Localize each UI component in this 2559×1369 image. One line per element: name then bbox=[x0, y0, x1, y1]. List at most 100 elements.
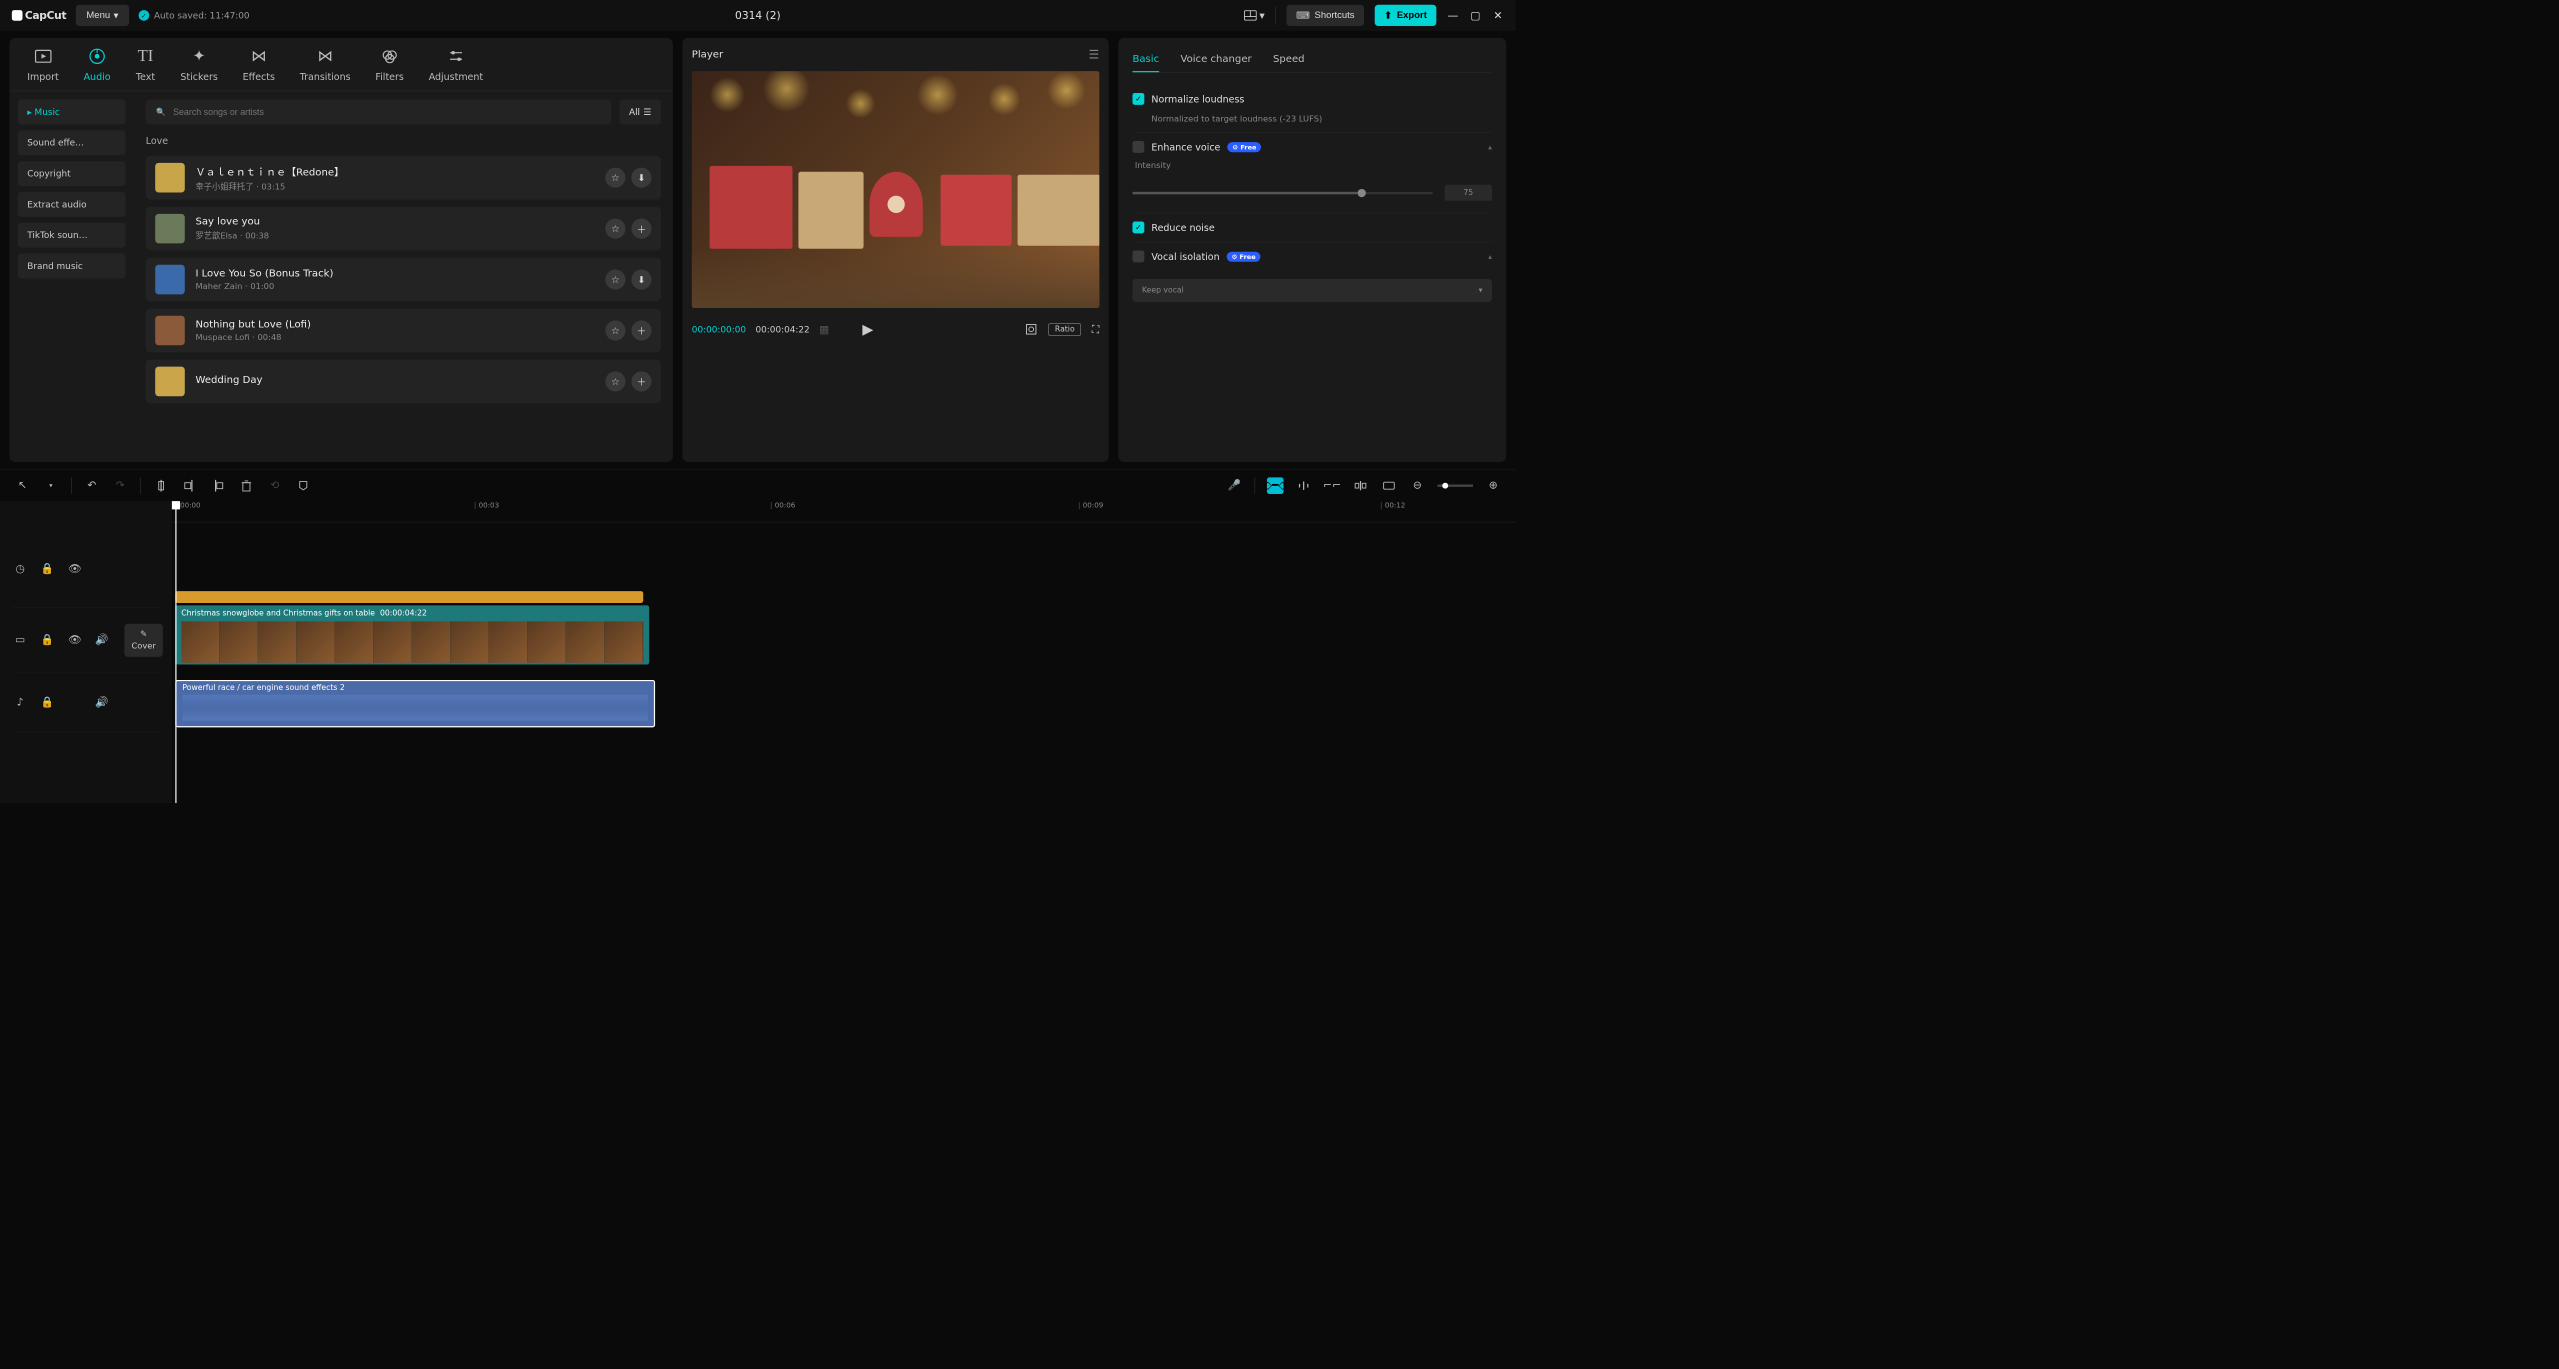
zoom-slider[interactable] bbox=[1438, 484, 1474, 486]
tab-text[interactable]: TIText bbox=[135, 46, 155, 82]
video-track-icon[interactable]: ▭ bbox=[12, 632, 29, 649]
adjustment-clip[interactable] bbox=[175, 591, 643, 603]
lock-icon[interactable]: 🔒 bbox=[39, 694, 56, 711]
cursor-tool[interactable]: ↖ bbox=[14, 477, 31, 494]
cover-button[interactable]: ✎ Cover bbox=[124, 623, 162, 656]
mic-icon[interactable]: 🎤 bbox=[1226, 477, 1243, 494]
adjustment-icon bbox=[446, 46, 466, 66]
chevron-icon[interactable]: ▴ bbox=[1488, 142, 1492, 151]
undo-button[interactable]: ↶ bbox=[84, 477, 101, 494]
song-action-button[interactable]: ＋ bbox=[631, 371, 651, 391]
song-item[interactable]: Wedding Day ☆＋ bbox=[146, 360, 661, 404]
tab-stickers[interactable]: ✦Stickers bbox=[180, 46, 217, 82]
grid-view-icon[interactable]: ▦ bbox=[819, 323, 829, 335]
menu-button[interactable]: Menu▾ bbox=[76, 5, 129, 26]
tab-audio[interactable]: Audio bbox=[84, 46, 111, 82]
audio-clip[interactable]: Powerful race / car engine sound effects… bbox=[175, 680, 655, 727]
player-menu-icon[interactable]: ☰ bbox=[1089, 47, 1100, 61]
tab-speed[interactable]: Speed bbox=[1273, 47, 1305, 72]
audio-track-icon[interactable]: ♪ bbox=[12, 694, 29, 711]
split-button[interactable] bbox=[153, 477, 170, 494]
filter-button[interactable]: All☰ bbox=[620, 100, 661, 125]
playhead[interactable] bbox=[175, 501, 176, 803]
chevron-down-icon: ▾ bbox=[114, 9, 119, 21]
reverse-button[interactable]: ⟲ bbox=[267, 477, 284, 494]
song-item[interactable]: I Love You So (Bonus Track)Maher Zain · … bbox=[146, 258, 661, 302]
song-thumbnail bbox=[155, 367, 185, 397]
sidebar-item-brand-music[interactable]: Brand music bbox=[18, 254, 126, 279]
minimize-button[interactable]: — bbox=[1447, 9, 1459, 21]
split-left-button[interactable] bbox=[181, 477, 198, 494]
favorite-button[interactable]: ☆ bbox=[605, 269, 625, 289]
intensity-slider[interactable] bbox=[1132, 192, 1432, 194]
favorite-button[interactable]: ☆ bbox=[605, 219, 625, 239]
sidebar-item-sound-effects[interactable]: Sound effe… bbox=[18, 130, 126, 155]
snapshot-icon[interactable] bbox=[1025, 323, 1038, 336]
chevron-icon[interactable]: ▴ bbox=[1488, 252, 1492, 261]
autosave-status: ✓ Auto saved: 11:47:00 bbox=[139, 10, 250, 21]
chain-icon[interactable]: ⌐⌐ bbox=[1324, 477, 1341, 494]
enhance-checkbox[interactable] bbox=[1132, 141, 1144, 153]
search-box[interactable]: 🔍 bbox=[146, 100, 612, 125]
favorite-button[interactable]: ☆ bbox=[605, 371, 625, 391]
shortcuts-button[interactable]: ⌨Shortcuts bbox=[1287, 5, 1364, 26]
tab-basic[interactable]: Basic bbox=[1132, 47, 1159, 72]
marker-button[interactable] bbox=[295, 477, 312, 494]
favorite-button[interactable]: ☆ bbox=[605, 320, 625, 340]
song-action-button[interactable]: ＋ bbox=[631, 219, 651, 239]
song-action-button[interactable]: ⬇ bbox=[631, 168, 651, 188]
delete-button[interactable] bbox=[238, 477, 255, 494]
sidebar-item-extract-audio[interactable]: Extract audio bbox=[18, 192, 126, 217]
tab-transitions[interactable]: ⋈Transitions bbox=[300, 46, 351, 82]
preview-icon[interactable] bbox=[1381, 477, 1398, 494]
magnet-on-icon[interactable]: ◇━◇ bbox=[1267, 477, 1284, 494]
zoom-in-icon[interactable]: ⊕ bbox=[1485, 477, 1502, 494]
song-item[interactable]: Nothing but Love (Lofi)Muspace Lofi · 00… bbox=[146, 309, 661, 353]
link-icon[interactable] bbox=[1295, 477, 1312, 494]
normalize-checkbox[interactable]: ✓ bbox=[1132, 93, 1144, 105]
song-item[interactable]: Ｖａｌｅｎｔｉｎｅ【Redone】幸子小姐拜托了 · 03:15 ☆⬇ bbox=[146, 156, 661, 200]
layout-icon[interactable]: ▾ bbox=[1244, 9, 1265, 21]
reduce-noise-checkbox[interactable]: ✓ bbox=[1132, 222, 1144, 234]
tab-adjustment[interactable]: Adjustment bbox=[429, 46, 483, 82]
mute-icon[interactable]: 🔊 bbox=[94, 694, 111, 711]
export-button[interactable]: ⬆Export bbox=[1375, 5, 1437, 26]
lock-icon[interactable]: 🔒 bbox=[39, 561, 56, 578]
song-item[interactable]: Say love you罗艺歆Elsa · 00:38 ☆＋ bbox=[146, 207, 661, 251]
timeline-tracks[interactable]: 00:00 00:03 00:06 00:09 00:12 Christmas … bbox=[172, 501, 1516, 803]
tab-filters[interactable]: Filters bbox=[375, 46, 403, 82]
timeline-ruler[interactable]: 00:00 00:03 00:06 00:09 00:12 bbox=[172, 501, 1516, 522]
timeline-toolbar: ↖ ▾ ↶ ↷ ⟲ 🎤 ◇━◇ ⌐⌐ ⊖ ⊕ bbox=[0, 469, 1516, 501]
zoom-out-icon[interactable]: ⊖ bbox=[1409, 477, 1426, 494]
effects-icon: ⋈ bbox=[249, 46, 269, 66]
search-input[interactable] bbox=[173, 107, 600, 117]
video-preview[interactable] bbox=[692, 71, 1100, 308]
close-button[interactable]: ✕ bbox=[1492, 9, 1504, 21]
intensity-value[interactable]: 75 bbox=[1445, 185, 1492, 201]
sidebar-item-copyright[interactable]: Copyright bbox=[18, 161, 126, 186]
play-button[interactable]: ▶ bbox=[862, 321, 873, 338]
eye-icon[interactable]: 👁 bbox=[66, 561, 83, 578]
sidebar-item-tiktok-sounds[interactable]: TikTok soun… bbox=[18, 223, 126, 248]
vocal-isolation-checkbox[interactable] bbox=[1132, 251, 1144, 263]
tab-voice-changer[interactable]: Voice changer bbox=[1180, 47, 1251, 72]
clock-icon[interactable]: ◷ bbox=[12, 561, 29, 578]
tab-import[interactable]: Import bbox=[27, 46, 58, 82]
align-icon[interactable] bbox=[1352, 477, 1369, 494]
song-action-button[interactable]: ＋ bbox=[631, 320, 651, 340]
maximize-button[interactable]: ▢ bbox=[1469, 9, 1481, 21]
video-clip[interactable]: Christmas snowglobe and Christmas gifts … bbox=[175, 605, 649, 664]
tab-effects[interactable]: ⋈Effects bbox=[243, 46, 275, 82]
favorite-button[interactable]: ☆ bbox=[605, 168, 625, 188]
lock-icon[interactable]: 🔒 bbox=[39, 632, 56, 649]
fullscreen-icon[interactable]: ⛶ bbox=[1092, 323, 1099, 335]
split-right-button[interactable] bbox=[210, 477, 227, 494]
redo-button[interactable]: ↷ bbox=[112, 477, 129, 494]
cursor-dropdown[interactable]: ▾ bbox=[43, 477, 60, 494]
mute-icon[interactable]: 🔊 bbox=[94, 632, 111, 649]
sidebar-item-music[interactable]: ▸ Music bbox=[18, 100, 126, 125]
song-action-button[interactable]: ⬇ bbox=[631, 269, 651, 289]
vocal-option-select[interactable]: Keep vocal▾ bbox=[1132, 279, 1492, 302]
ratio-button[interactable]: Ratio bbox=[1048, 323, 1081, 335]
eye-icon[interactable]: 👁 bbox=[66, 632, 83, 649]
